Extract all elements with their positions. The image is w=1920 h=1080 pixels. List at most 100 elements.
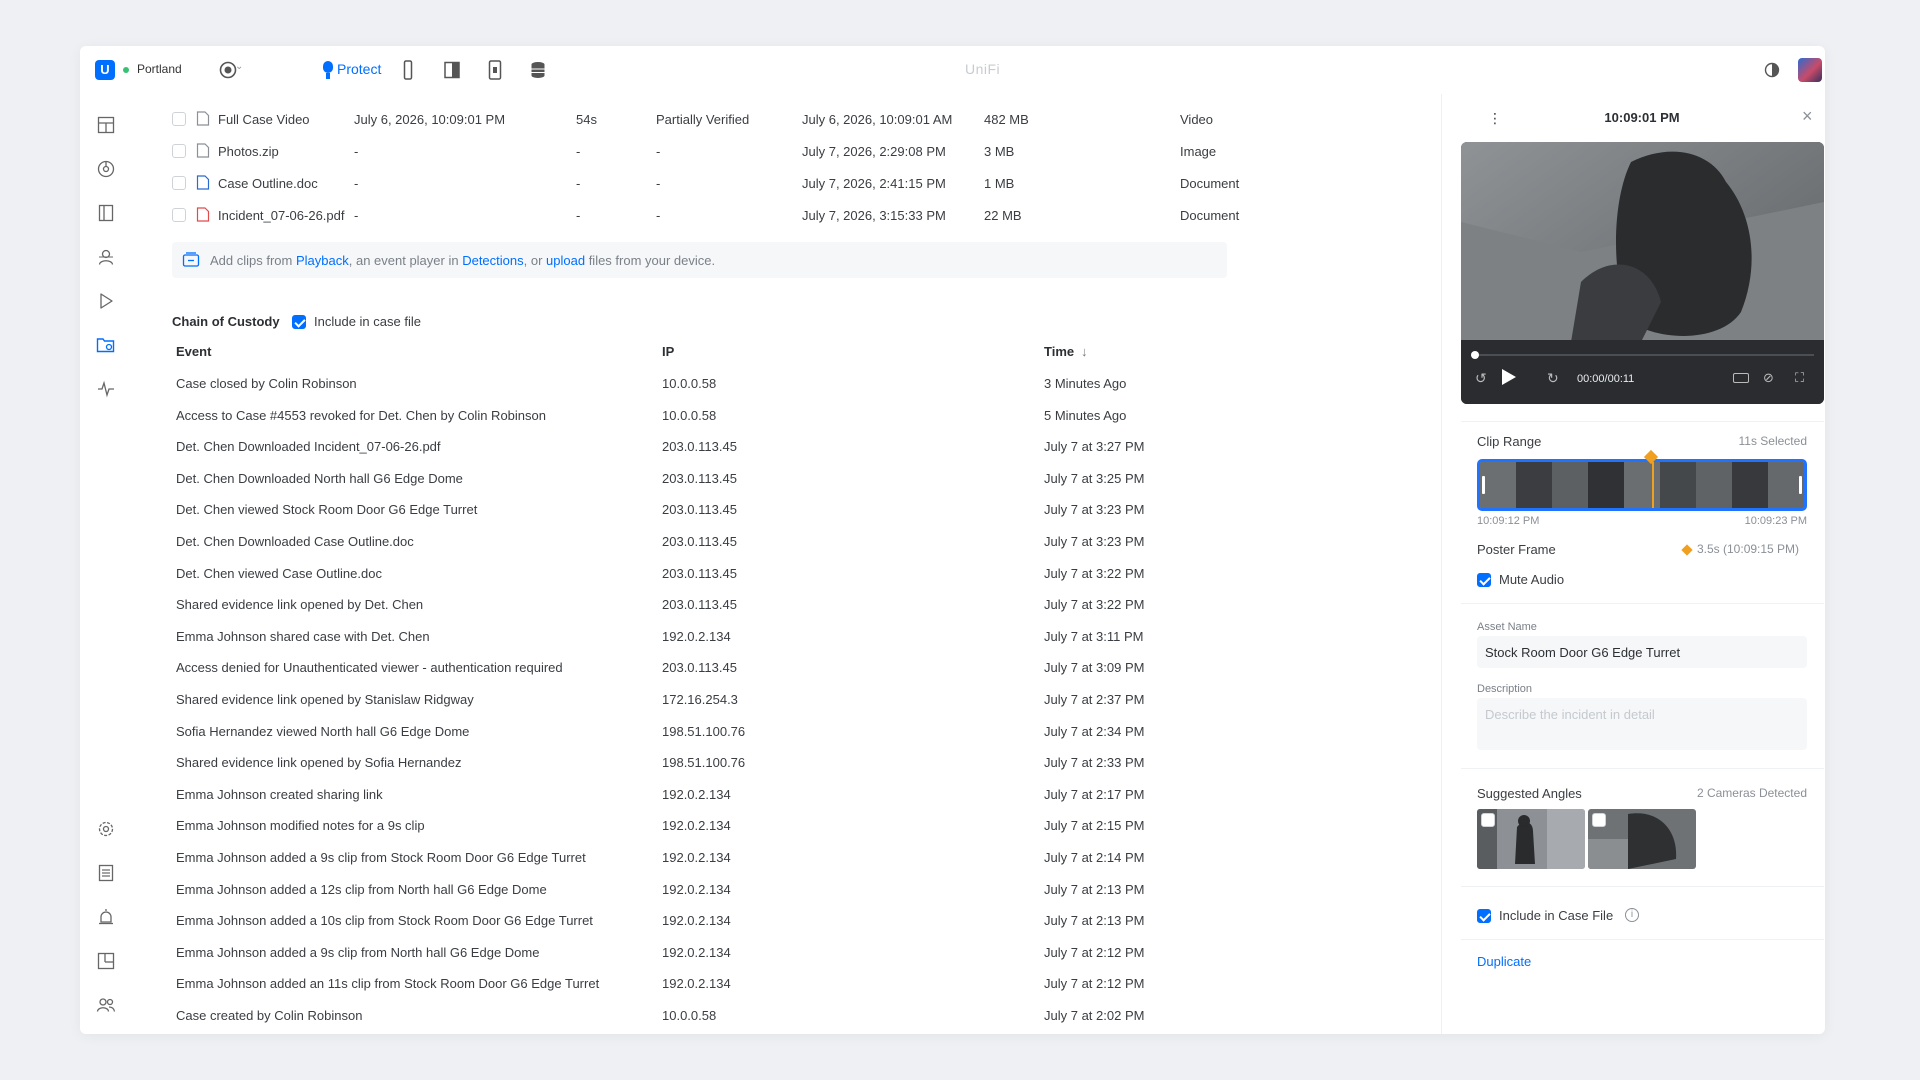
custody-time: July 7 at 3:27 PM — [1044, 439, 1145, 455]
theme-toggle-icon[interactable] — [1760, 58, 1784, 82]
floorplan-icon[interactable] — [94, 949, 118, 973]
asset-name-input[interactable]: Stock Room Door G6 Edge Turret — [1477, 636, 1807, 668]
play-icon[interactable] — [1497, 366, 1519, 391]
dashboard-icon[interactable] — [94, 113, 118, 137]
files-table: Full Case Video July 6, 2026, 10:09:01 PM… — [172, 105, 1502, 225]
angle-thumbnail-2[interactable] — [1588, 809, 1696, 869]
storage-app-icon[interactable] — [526, 58, 550, 82]
sort-desc-icon[interactable]: ↓ — [1081, 344, 1088, 359]
file-name[interactable]: Full Case Video — [218, 112, 310, 127]
unifi-logo-icon[interactable]: U — [95, 60, 115, 80]
logs-icon[interactable] — [94, 861, 118, 885]
include-in-case-file-checkbox[interactable] — [292, 315, 306, 329]
custody-row: Case created by Colin Robinson 10.0.0.58 J… — [172, 1002, 1227, 1028]
custody-time: July 7 at 2:33 PM — [1044, 755, 1145, 771]
captions-icon[interactable] — [1733, 373, 1749, 383]
mute-icon[interactable]: ⊘ — [1763, 370, 1774, 386]
file-name[interactable]: Incident_07-06-26.pdf — [218, 208, 344, 223]
detections-icon[interactable] — [94, 245, 118, 269]
custody-time: 3 Minutes Ago — [1044, 376, 1127, 391]
record-icon[interactable] — [216, 58, 240, 82]
custody-time: July 7 at 3:23 PM — [1044, 502, 1145, 518]
custody-event: Emma Johnson created sharing link — [176, 786, 383, 802]
close-icon[interactable]: × — [1802, 106, 1813, 127]
angle-thumbnail-1[interactable] — [1477, 809, 1585, 869]
talk-app-icon[interactable] — [483, 58, 507, 82]
column-header-event[interactable]: Event — [176, 344, 211, 359]
upload-link[interactable]: upload — [546, 253, 585, 268]
app-window: U Portland ⌄ Protect UniFi Full Case Vid… — [80, 46, 1825, 1034]
custody-row: Det. Chen viewed Case Outline.doc 203.0.1… — [172, 560, 1227, 586]
file-select-checkbox[interactable] — [172, 176, 186, 190]
file-row[interactable]: Photos.zip - - - July 7, 2026, 2:29:08 PM 3 M… — [172, 137, 1502, 165]
duplicate-button[interactable]: Duplicate — [1477, 954, 1531, 969]
playback-icon[interactable] — [94, 289, 118, 313]
activity-icon[interactable] — [94, 377, 118, 401]
info-icon[interactable]: i — [1625, 908, 1639, 922]
description-textarea[interactable]: Describe the incident in detail — [1477, 698, 1807, 750]
custody-event: Det. Chen Downloaded Incident_07-06-26.p… — [176, 439, 441, 455]
custody-event: Access denied for Unauthenticated viewer… — [176, 660, 563, 676]
custody-event: Det. Chen viewed Case Outline.doc — [176, 565, 382, 581]
fullscreen-icon[interactable]: ⛶ — [1795, 370, 1804, 386]
angle-1-checkbox[interactable] — [1481, 813, 1495, 827]
detections-link[interactable]: Detections — [462, 253, 523, 268]
custody-event: Det. Chen viewed Stock Room Door G6 Edge… — [176, 502, 478, 518]
custody-row: Emma Johnson added a 10s clip from Stock… — [172, 907, 1227, 933]
angle-2-checkbox[interactable] — [1592, 813, 1606, 827]
forward-icon[interactable]: ↻ — [1547, 370, 1559, 387]
custody-ip: 203.0.113.45 — [662, 502, 737, 518]
column-header-time[interactable]: Time — [1044, 344, 1074, 359]
custody-ip: 172.16.254.3 — [662, 692, 738, 707]
tab-protect[interactable]: Protect — [337, 61, 381, 77]
file-row[interactable]: Incident_07-06-26.pdf - - - July 7, 2026, 3:… — [172, 201, 1502, 229]
live-view-icon[interactable] — [94, 157, 118, 181]
avatar[interactable] — [1798, 58, 1822, 82]
users-icon[interactable] — [94, 993, 118, 1017]
divider — [1461, 939, 1824, 940]
access-app-icon[interactable] — [396, 58, 420, 82]
cases-icon[interactable] — [94, 333, 118, 357]
door-app-icon[interactable] — [440, 58, 464, 82]
video-player[interactable]: ↺ ↻ 00:00/00:11 ⊘ ⛶ — [1461, 142, 1824, 404]
file-select-checkbox[interactable] — [172, 208, 186, 222]
file-select-checkbox[interactable] — [172, 144, 186, 158]
rewind-icon[interactable]: ↺ — [1475, 370, 1487, 387]
file-name[interactable]: Case Outline.doc — [218, 176, 318, 191]
file-row[interactable]: Case Outline.doc - - - July 7, 2026, 2:41:15… — [172, 169, 1502, 197]
custody-row: Access to Case #4553 revoked for Det. Ch… — [172, 402, 1227, 428]
panel-divider — [1441, 94, 1442, 1034]
alarms-icon[interactable] — [94, 905, 118, 929]
include-in-case-file-checkbox-panel[interactable] — [1477, 909, 1491, 923]
custody-time: July 7 at 2:17 PM — [1044, 786, 1145, 802]
file-date: - — [354, 208, 359, 223]
file-added: July 6, 2026, 10:09:01 AM — [802, 112, 953, 127]
custody-event: Case created by Colin Robinson — [176, 1008, 363, 1023]
devices-icon[interactable] — [94, 201, 118, 225]
file-name[interactable]: Photos.zip — [218, 144, 279, 159]
player-time: 00:00/00:11 — [1577, 373, 1635, 385]
panel-timestamp: 10:09:01 PM — [1604, 110, 1680, 125]
site-selector[interactable]: Portland — [137, 62, 182, 76]
custody-time: July 7 at 2:12 PM — [1044, 944, 1145, 960]
custody-row: Det. Chen Downloaded North hall G6 Edge … — [172, 465, 1227, 491]
custody-row: Emma Johnson modified notes for a 9s cli… — [172, 812, 1227, 838]
clip-range-slider[interactable] — [1477, 459, 1807, 511]
custody-event: Emma Johnson added an 11s clip from Stoc… — [176, 976, 600, 992]
file-type: Document — [1180, 176, 1240, 191]
include-in-case-file-panel-label: Include in Case File — [1499, 908, 1614, 923]
custody-time: July 7 at 2:13 PM — [1044, 913, 1145, 929]
file-size: 482 MB — [984, 112, 1029, 127]
custody-time: July 7 at 2:13 PM — [1044, 881, 1145, 897]
file-select-checkbox[interactable] — [172, 112, 186, 126]
more-options-icon[interactable]: ⋮ — [1488, 110, 1502, 127]
poster-frame-value[interactable]: 3.5s (10:09:15 PM) — [1697, 542, 1799, 556]
column-header-ip[interactable]: IP — [662, 344, 674, 359]
settings-icon[interactable] — [94, 817, 118, 841]
custody-time: July 7 at 2:12 PM — [1044, 976, 1145, 992]
custody-ip: 10.0.0.58 — [662, 1008, 717, 1023]
mute-audio-checkbox[interactable] — [1477, 573, 1491, 587]
playback-link[interactable]: Playback — [296, 253, 349, 268]
file-row[interactable]: Full Case Video July 6, 2026, 10:09:01 PM… — [172, 105, 1502, 133]
add-clips-or: , or — [523, 253, 547, 268]
